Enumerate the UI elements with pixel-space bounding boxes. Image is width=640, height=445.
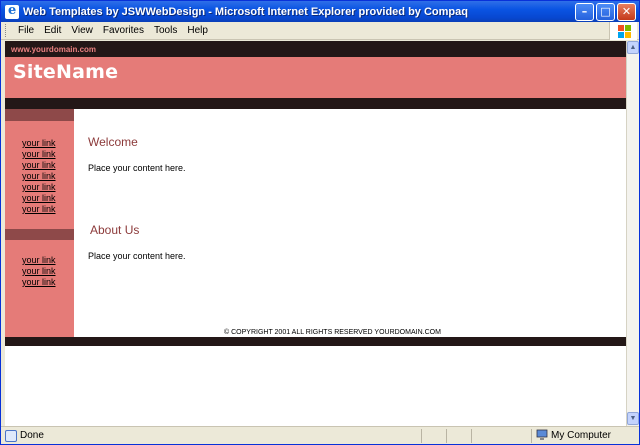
sidebar-link[interactable]: your link bbox=[22, 193, 56, 203]
browser-window: Web Templates by JSWWebDesign - Microsof… bbox=[0, 0, 640, 445]
sidebar-divider bbox=[5, 109, 74, 121]
page-done-icon bbox=[5, 430, 17, 442]
copyright-text: © COPYRIGHT 2001 ALL RIGHTS RESERVED YOU… bbox=[224, 329, 441, 336]
domain-text: www.yourdomain.com bbox=[5, 41, 626, 57]
site-name: SiteName bbox=[13, 61, 119, 83]
menu-favorites[interactable]: Favorites bbox=[98, 25, 149, 36]
scroll-down-icon[interactable]: ▼ bbox=[627, 412, 639, 425]
menu-view[interactable]: View bbox=[66, 25, 98, 36]
security-zone: My Computer bbox=[551, 430, 612, 441]
sidebar-link[interactable]: your link bbox=[22, 204, 56, 214]
menu-bar: File Edit View Favorites Tools Help bbox=[1, 22, 639, 40]
section-body-welcome: Place your content here. bbox=[88, 163, 186, 173]
sidebar-link[interactable]: your link bbox=[22, 149, 56, 159]
section-body-about: Place your content here. bbox=[88, 251, 186, 261]
status-bar: Done My Computer bbox=[1, 426, 639, 444]
menu-edit[interactable]: Edit bbox=[39, 25, 66, 36]
scroll-up-icon[interactable]: ▲ bbox=[627, 41, 639, 54]
status-divider bbox=[446, 429, 447, 443]
sidebar-link[interactable]: your link bbox=[22, 255, 56, 265]
status-divider bbox=[471, 429, 472, 443]
sidebar: your link your link your link your link … bbox=[5, 109, 74, 339]
status-divider bbox=[531, 429, 532, 443]
toolbar-grip-icon[interactable] bbox=[5, 24, 8, 37]
sidebar-link[interactable]: your link bbox=[22, 138, 56, 148]
main-content: Welcome Place your content here. About U… bbox=[74, 109, 626, 339]
header-divider bbox=[5, 98, 626, 109]
status-text: Done bbox=[20, 430, 44, 441]
site-header: SiteName bbox=[5, 57, 626, 98]
computer-icon bbox=[536, 429, 548, 440]
page-viewport: www.yourdomain.com SiteName your link yo… bbox=[5, 41, 626, 426]
sidebar-link[interactable]: your link bbox=[22, 171, 56, 181]
footer-bar bbox=[5, 337, 626, 346]
vertical-scrollbar[interactable]: ▲ ▼ bbox=[626, 41, 639, 426]
minimize-button[interactable]: – bbox=[575, 2, 594, 21]
windows-flag-icon bbox=[609, 22, 637, 40]
sidebar-link[interactable]: your link bbox=[22, 277, 56, 287]
ie-icon bbox=[5, 3, 19, 19]
window-title: Web Templates by JSWWebDesign - Microsof… bbox=[23, 5, 468, 18]
maximize-button[interactable]: □ bbox=[596, 2, 615, 21]
sidebar-link[interactable]: your link bbox=[22, 160, 56, 170]
section-heading-about: About Us bbox=[90, 223, 140, 237]
close-button[interactable]: ✕ bbox=[617, 2, 636, 21]
sidebar-link[interactable]: your link bbox=[22, 266, 56, 276]
menu-file[interactable]: File bbox=[13, 25, 39, 36]
menu-help[interactable]: Help bbox=[182, 25, 213, 36]
sidebar-link[interactable]: your link bbox=[22, 182, 56, 192]
sidebar-divider bbox=[5, 229, 74, 240]
status-divider bbox=[421, 429, 422, 443]
menu-tools[interactable]: Tools bbox=[149, 25, 182, 36]
title-bar[interactable]: Web Templates by JSWWebDesign - Microsof… bbox=[1, 1, 639, 22]
section-heading-welcome: Welcome bbox=[88, 135, 138, 149]
